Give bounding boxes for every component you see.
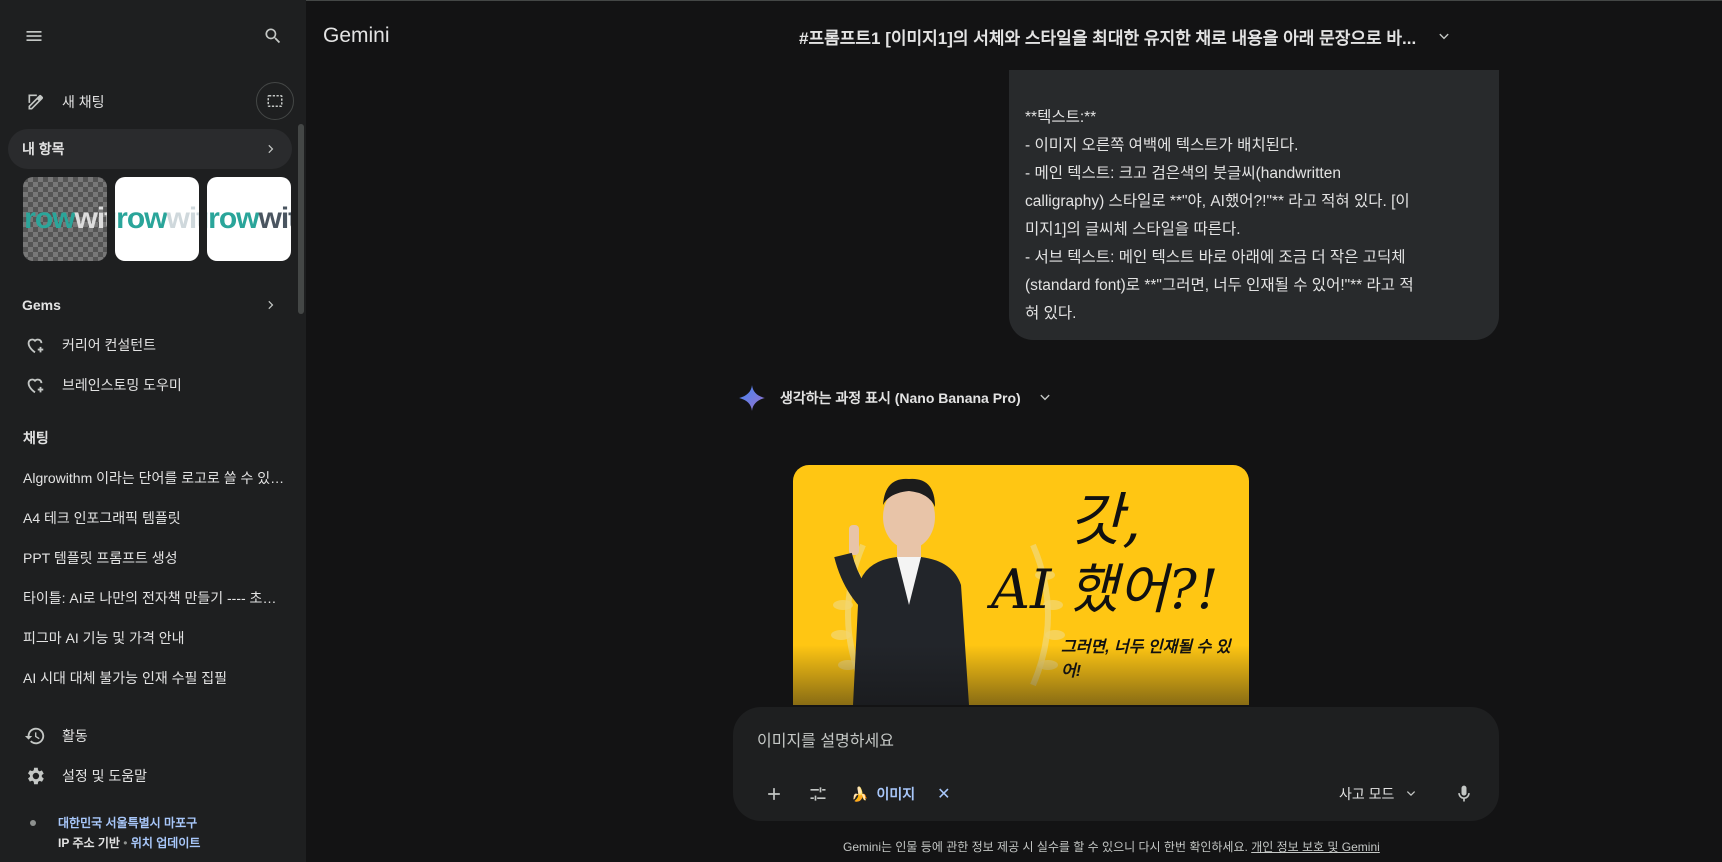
chat-item[interactable]: PPT 템플릿 프롬프트 생성 [23, 548, 285, 572]
gem-item-career-consultant[interactable]: 커리어 컨설턴트 [24, 330, 156, 360]
location-place-link[interactable]: 대한민국 서울특별시 마포구 [58, 816, 197, 830]
location-update-link[interactable]: 위치 업데이트 [131, 836, 201, 850]
settings-help-button[interactable]: 설정 및 도움말 [24, 762, 147, 790]
message-line: - 서브 텍스트: 메인 텍스트 바로 아래에 조금 더 작은 고딕체 [1025, 249, 1406, 266]
plus-icon [768, 788, 780, 800]
app-brand[interactable]: Gemini [323, 24, 390, 48]
tools-button[interactable] [801, 777, 835, 811]
my-items-label: 내 항목 [22, 141, 65, 157]
chevron-down-icon [1407, 791, 1416, 797]
chat-item[interactable]: AI 시대 대체 불가능 인재 수필 집필 [23, 668, 285, 692]
search-icon [265, 28, 281, 44]
gem-item-brainstorming[interactable]: 브레인스토밍 도우미 [24, 370, 182, 400]
gem-heart-icon [27, 378, 44, 394]
image-chip-label: 이미지 [876, 786, 916, 802]
gemini-spark-icon [739, 385, 765, 411]
conversation-title: #프롬프트1 [이미지1]의 서체와 스타일을 최대한 유지한 채로 내용을 아… [799, 29, 1417, 48]
my-items-thumbnails: lgrowwith lgrowwith lgrowwith [23, 177, 291, 261]
hamburger-menu-icon [26, 31, 42, 41]
edit-square-icon [28, 94, 43, 110]
prompt-input[interactable]: 이미지를 설명하세요 [757, 727, 894, 751]
settings-label: 설정 및 도움말 [62, 768, 148, 784]
chat-item[interactable]: 피그마 AI 기능 및 가격 안내 [23, 628, 285, 652]
generated-image[interactable]: 갓, AI 했어?! 그러면, 너두 인재될 수 있어! [793, 465, 1249, 705]
thumbnail-logo-text: lgrowwith [23, 202, 107, 235]
menu-button[interactable] [16, 18, 52, 54]
thinking-toggle[interactable]: 생각하는 과정 표시 (Nano Banana Pro) [738, 384, 1053, 412]
conversation-title-dropdown[interactable]: #프롬프트1 [이미지1]의 서체와 스타일을 최대한 유지한 채로 내용을 아… [799, 24, 1452, 49]
disclaimer-text: Gemini는 인물 등에 관한 정보 제공 시 실수를 할 수 있으니 다시 … [843, 840, 1252, 854]
chat-item[interactable]: 타이틀: AI로 나만의 전자책 만들기 ---- 초보자 가이드 [23, 588, 285, 612]
message-line: 혀 있다. [1025, 305, 1077, 322]
message-line: calligraphy) 스타일로 **"야, AI했어?!"** 라고 적혀 … [1025, 193, 1410, 210]
gems-label: Gems [22, 297, 61, 313]
chat-item[interactable]: Algrowithm 이라는 단어를 로고로 쓸 수 있는 디자인 [23, 468, 285, 492]
dashed-select-icon [267, 95, 283, 107]
chevron-down-icon [1439, 33, 1449, 39]
location-dot [30, 820, 36, 826]
gem-heart-icon [27, 338, 44, 354]
my-items-header[interactable]: 내 항목 [8, 129, 292, 169]
message-line: - 메인 텍스트: 크고 검은색의 붓글씨(handwritten [1025, 165, 1341, 182]
thumbnail-logo-text: lgrowwith [207, 202, 291, 235]
thumbnail-item[interactable]: lgrowwith [23, 177, 107, 261]
chat-item[interactable]: A4 테크 인포그래픽 템플릿 [23, 508, 285, 532]
chevron-right-icon [268, 300, 274, 310]
close-icon[interactable]: ✕ [937, 784, 950, 804]
microphone-icon [1458, 785, 1470, 802]
thumbnail-logo-text: lgrowwith [115, 202, 199, 235]
chevron-right-icon [268, 144, 274, 154]
image-scroll-fade [793, 645, 1249, 705]
new-chat-button[interactable]: 새 채팅 [14, 84, 254, 120]
location-separator: • [123, 836, 128, 850]
mode-label: 사고 모드 [1339, 786, 1395, 802]
thumbnail-item[interactable]: lgrowwith [115, 177, 199, 261]
sidebar: 새 채팅 내 항목 lgrowwith lgrowwith lgrowwith … [0, 0, 306, 862]
location-basis: IP 주소 기반 [58, 836, 120, 850]
thinking-mode-dropdown[interactable]: 사고 모드 [1339, 777, 1418, 811]
chevron-down-icon [1040, 394, 1050, 401]
activity-label: 활동 [62, 728, 88, 744]
activity-button[interactable]: 활동 [24, 722, 88, 750]
search-button[interactable] [255, 18, 291, 54]
privacy-link[interactable]: 개인 정보 보호 및 Gemini [1251, 840, 1380, 854]
prompt-input-box[interactable]: 이미지를 설명하세요 🍌 이미지 ✕ 사고 모드 [733, 707, 1499, 821]
user-message-bubble: **텍스트:** - 이미지 오른쪽 여백에 텍스트가 배치된다. - 메인 텍… [1009, 70, 1499, 340]
banana-icon: 🍌 [851, 785, 869, 802]
message-line: 미지1]의 글씨체 스타일을 따른다. [1025, 221, 1241, 238]
message-line: (standard font)로 **"그러면, 너두 인재될 수 있어!"**… [1025, 277, 1414, 294]
history-icon [24, 727, 45, 745]
main-content: Gemini #프롬프트1 [이미지1]의 서체와 스타일을 최대한 유지한 채… [306, 0, 1722, 862]
new-chat-label: 새 채팅 [62, 94, 105, 110]
sidebar-scrollbar[interactable] [298, 124, 304, 314]
image-main-text-line2: AI 했어?! [991, 558, 1219, 621]
select-area-button[interactable] [256, 82, 294, 120]
gem-label: 커리어 컨설턴트 [62, 337, 157, 353]
message-line: **텍스트:** [1025, 109, 1097, 126]
microphone-button[interactable] [1447, 777, 1481, 811]
gem-label: 브레인스토밍 도우미 [62, 377, 182, 393]
thinking-label: 생각하는 과정 표시 (Nano Banana Pro) [780, 390, 1021, 406]
footer-disclaimer: Gemini는 인물 등에 관한 정보 제공 시 실수를 할 수 있으니 다시 … [843, 838, 1380, 855]
gear-icon [28, 767, 44, 785]
gems-header[interactable]: Gems [8, 292, 292, 318]
add-button[interactable] [757, 777, 791, 811]
thumbnail-item[interactable]: lgrowwith [207, 177, 291, 261]
message-line: - 이미지 오른쪽 여백에 텍스트가 배치된다. [1025, 137, 1299, 154]
image-tool-chip[interactable]: 🍌 이미지 ✕ [851, 777, 950, 811]
tune-sliders-icon [810, 787, 826, 801]
chats-section-label: 채팅 [23, 430, 49, 446]
